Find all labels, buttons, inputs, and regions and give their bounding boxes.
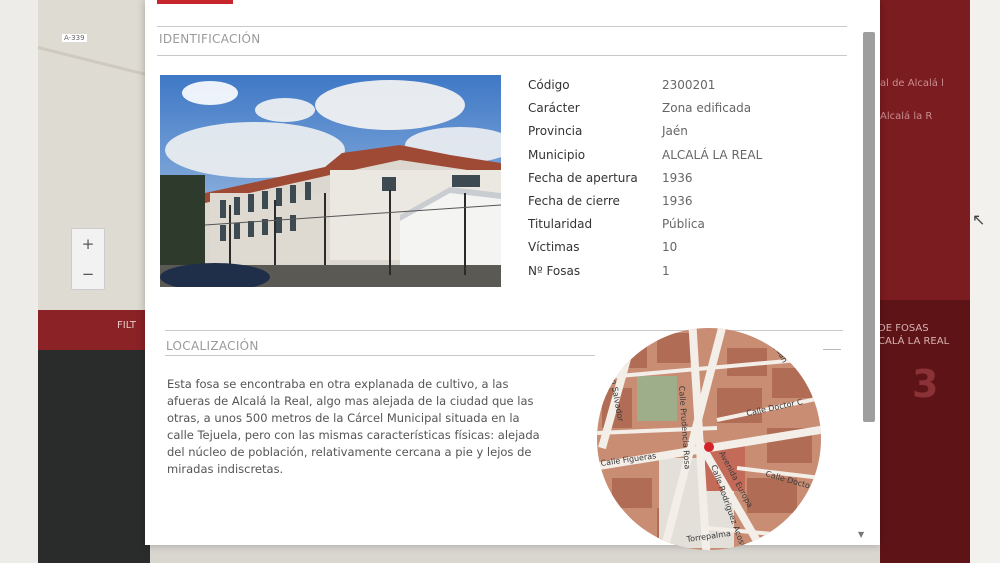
location-map[interactable]: Calle Prudencia Rosa Calle Doctor C Call… [597, 328, 821, 550]
location-description: Esta fosa se encontraba en otra explanad… [167, 377, 540, 476]
field-value: 10 [662, 240, 678, 255]
zoom-out-button[interactable]: − [72, 259, 104, 289]
right-list-item[interactable]: al de Alcalá l [880, 78, 944, 89]
road-badge: A-339 [62, 34, 87, 42]
right-panel-list [880, 0, 970, 300]
zoom-in-button[interactable]: + [72, 229, 104, 259]
field-value: Pública [662, 217, 705, 232]
background-dark-panel [38, 350, 150, 563]
filter-label[interactable]: FILT [117, 320, 136, 331]
field-value: 1936 [662, 170, 693, 185]
fosas-label-line: DE FOSAS [878, 323, 929, 334]
field-label: Municipio [528, 147, 586, 162]
mouse-cursor-icon: ↖ [972, 210, 986, 229]
field-label: Titularidad [528, 217, 593, 232]
divider [165, 355, 595, 356]
screen-edge [970, 0, 1000, 563]
divider [157, 55, 847, 56]
identificacion-title: IDENTIFICACIÓN [159, 32, 261, 46]
field-label: Provincia [528, 124, 583, 139]
field-value: ALCALÁ LA REAL [662, 147, 763, 162]
fosas-label: DE FOSAS CALÁ LA REAL [878, 322, 949, 348]
field-value: Zona edificada [662, 101, 752, 116]
field-value: 1936 [662, 193, 693, 208]
fosa-photo [160, 75, 501, 287]
field-label: Fecha de apertura [528, 170, 638, 185]
fosas-label-line: CALÁ LA REAL [878, 336, 950, 347]
field-value: 1 [662, 263, 670, 278]
scroll-down-icon[interactable]: ▼ [858, 530, 864, 539]
divider-dash [823, 349, 841, 350]
location-marker-icon[interactable] [704, 442, 714, 452]
field-value: Jaén [662, 124, 688, 139]
modal-scrollbar[interactable] [863, 32, 875, 422]
field-value: 2300201 [662, 78, 716, 92]
divider [165, 330, 843, 331]
right-list-item[interactable]: Alcalá la R [880, 111, 932, 122]
fosas-count: 3 [912, 362, 939, 406]
field-label: Víctimas [528, 240, 580, 255]
map-zoom-control[interactable]: + − [71, 228, 105, 290]
localizacion-title: LOCALIZACIÓN [166, 339, 259, 353]
field-label: Fecha de cierre [528, 193, 620, 208]
modal-accent-tab [157, 0, 233, 4]
field-label: Carácter [528, 101, 580, 116]
divider [157, 26, 847, 27]
field-label: Nº Fosas [528, 263, 581, 278]
fosa-detail-modal: IDENTIFICACIÓN Código 2300201 Carácter Z… [145, 0, 880, 550]
field-label: Código [528, 78, 570, 92]
